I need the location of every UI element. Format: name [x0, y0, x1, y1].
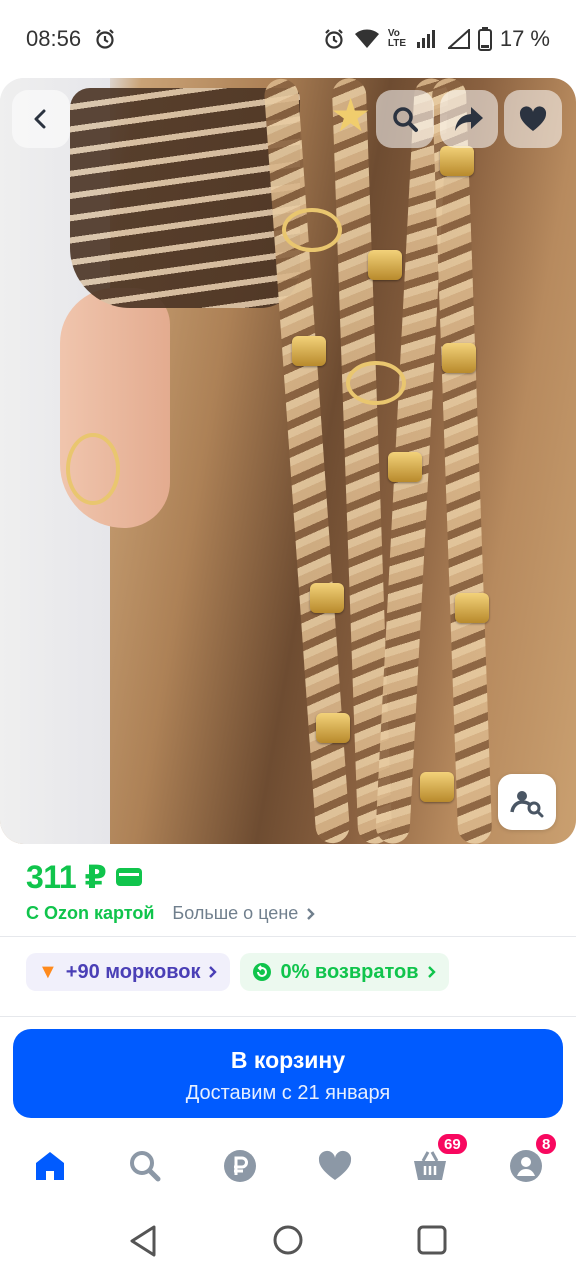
system-home-button[interactable]: [272, 1224, 304, 1261]
home-icon: [36, 1152, 64, 1180]
system-back-button[interactable]: [128, 1224, 158, 1263]
heart-icon: [519, 106, 547, 131]
benefit-chips: ▼ +90 морковок 0% возвратов: [26, 953, 449, 991]
signal-icon: [416, 29, 440, 49]
star-charm: ★: [330, 89, 372, 141]
square-recents-icon: [417, 1225, 447, 1255]
tab-profile[interactable]: 8: [502, 1132, 559, 1190]
cart-badge: 69: [436, 1132, 469, 1156]
tab-cart[interactable]: 69: [406, 1132, 469, 1190]
system-recents-button[interactable]: [416, 1224, 448, 1261]
search-button[interactable]: [376, 90, 434, 148]
delivery-date-label: Доставим с 21 января: [185, 1082, 391, 1104]
returns-label: 0% возвратов: [280, 960, 419, 983]
more-about-price-link[interactable]: Больше о цене: [172, 903, 316, 924]
chevron-right-icon: [209, 966, 218, 978]
more-about-price-label: Больше о цене: [172, 903, 299, 923]
search-icon: [393, 107, 418, 132]
back-icon: [34, 109, 46, 129]
triangle-back-icon: [130, 1225, 156, 1257]
battery-icon: [477, 27, 492, 51]
tab-payments[interactable]: [216, 1142, 264, 1190]
card-icon: [116, 868, 143, 886]
profile-badge: 8: [534, 1132, 559, 1156]
favorite-button[interactable]: [504, 90, 562, 148]
price-value: 311 ₽: [26, 859, 107, 895]
divider: [0, 1016, 576, 1017]
carrots-chip[interactable]: ▼ +90 морковок: [26, 953, 231, 991]
battery-level: 17 %: [499, 26, 550, 51]
tab-favorites[interactable]: [311, 1142, 359, 1190]
tab-search[interactable]: [121, 1142, 169, 1190]
returns-chip[interactable]: 0% возвратов: [240, 953, 449, 991]
clock-time: 08:56: [26, 26, 82, 51]
system-navigation-bar: [0, 1210, 576, 1280]
back-button[interactable]: [12, 90, 70, 148]
price-row: 311 ₽: [26, 858, 143, 896]
carrots-label: +90 морковок: [65, 960, 201, 983]
add-to-cart-label: В корзину: [230, 1047, 346, 1073]
share-icon: [455, 107, 483, 131]
alarm-icon: [93, 27, 117, 51]
return-icon: [253, 963, 272, 981]
volte-icon: Vo LTE: [387, 28, 406, 49]
heart-icon: [318, 1150, 352, 1180]
signal-icon: [447, 29, 470, 49]
alarm-icon: [322, 27, 346, 51]
bottom-tab-bar: 69 8: [0, 1132, 576, 1198]
product-image[interactable]: ★: [0, 78, 576, 844]
wifi-icon: [354, 28, 380, 50]
image-search-button[interactable]: [498, 774, 556, 830]
profile-icon: [510, 1150, 542, 1182]
share-button[interactable]: [440, 90, 498, 148]
circle-home-icon: [273, 1225, 303, 1255]
chevron-right-icon: [427, 966, 436, 978]
status-bar: 08:56 Vo LTE 17 %: [0, 0, 576, 78]
ruble-icon: [224, 1150, 256, 1182]
chevron-right-icon: [307, 907, 315, 920]
add-to-cart-button[interactable]: В корзину Доставим с 21 января: [13, 1029, 563, 1118]
carrot-icon: ▼: [38, 960, 58, 983]
tab-home[interactable]: [26, 1142, 74, 1190]
divider: [0, 936, 576, 937]
search-icon: [130, 1151, 161, 1182]
price-details: С Ozon картой Больше о цене: [26, 903, 316, 924]
image-search-icon: [510, 791, 544, 818]
ozon-card-price-label: С Ozon картой: [26, 903, 155, 923]
